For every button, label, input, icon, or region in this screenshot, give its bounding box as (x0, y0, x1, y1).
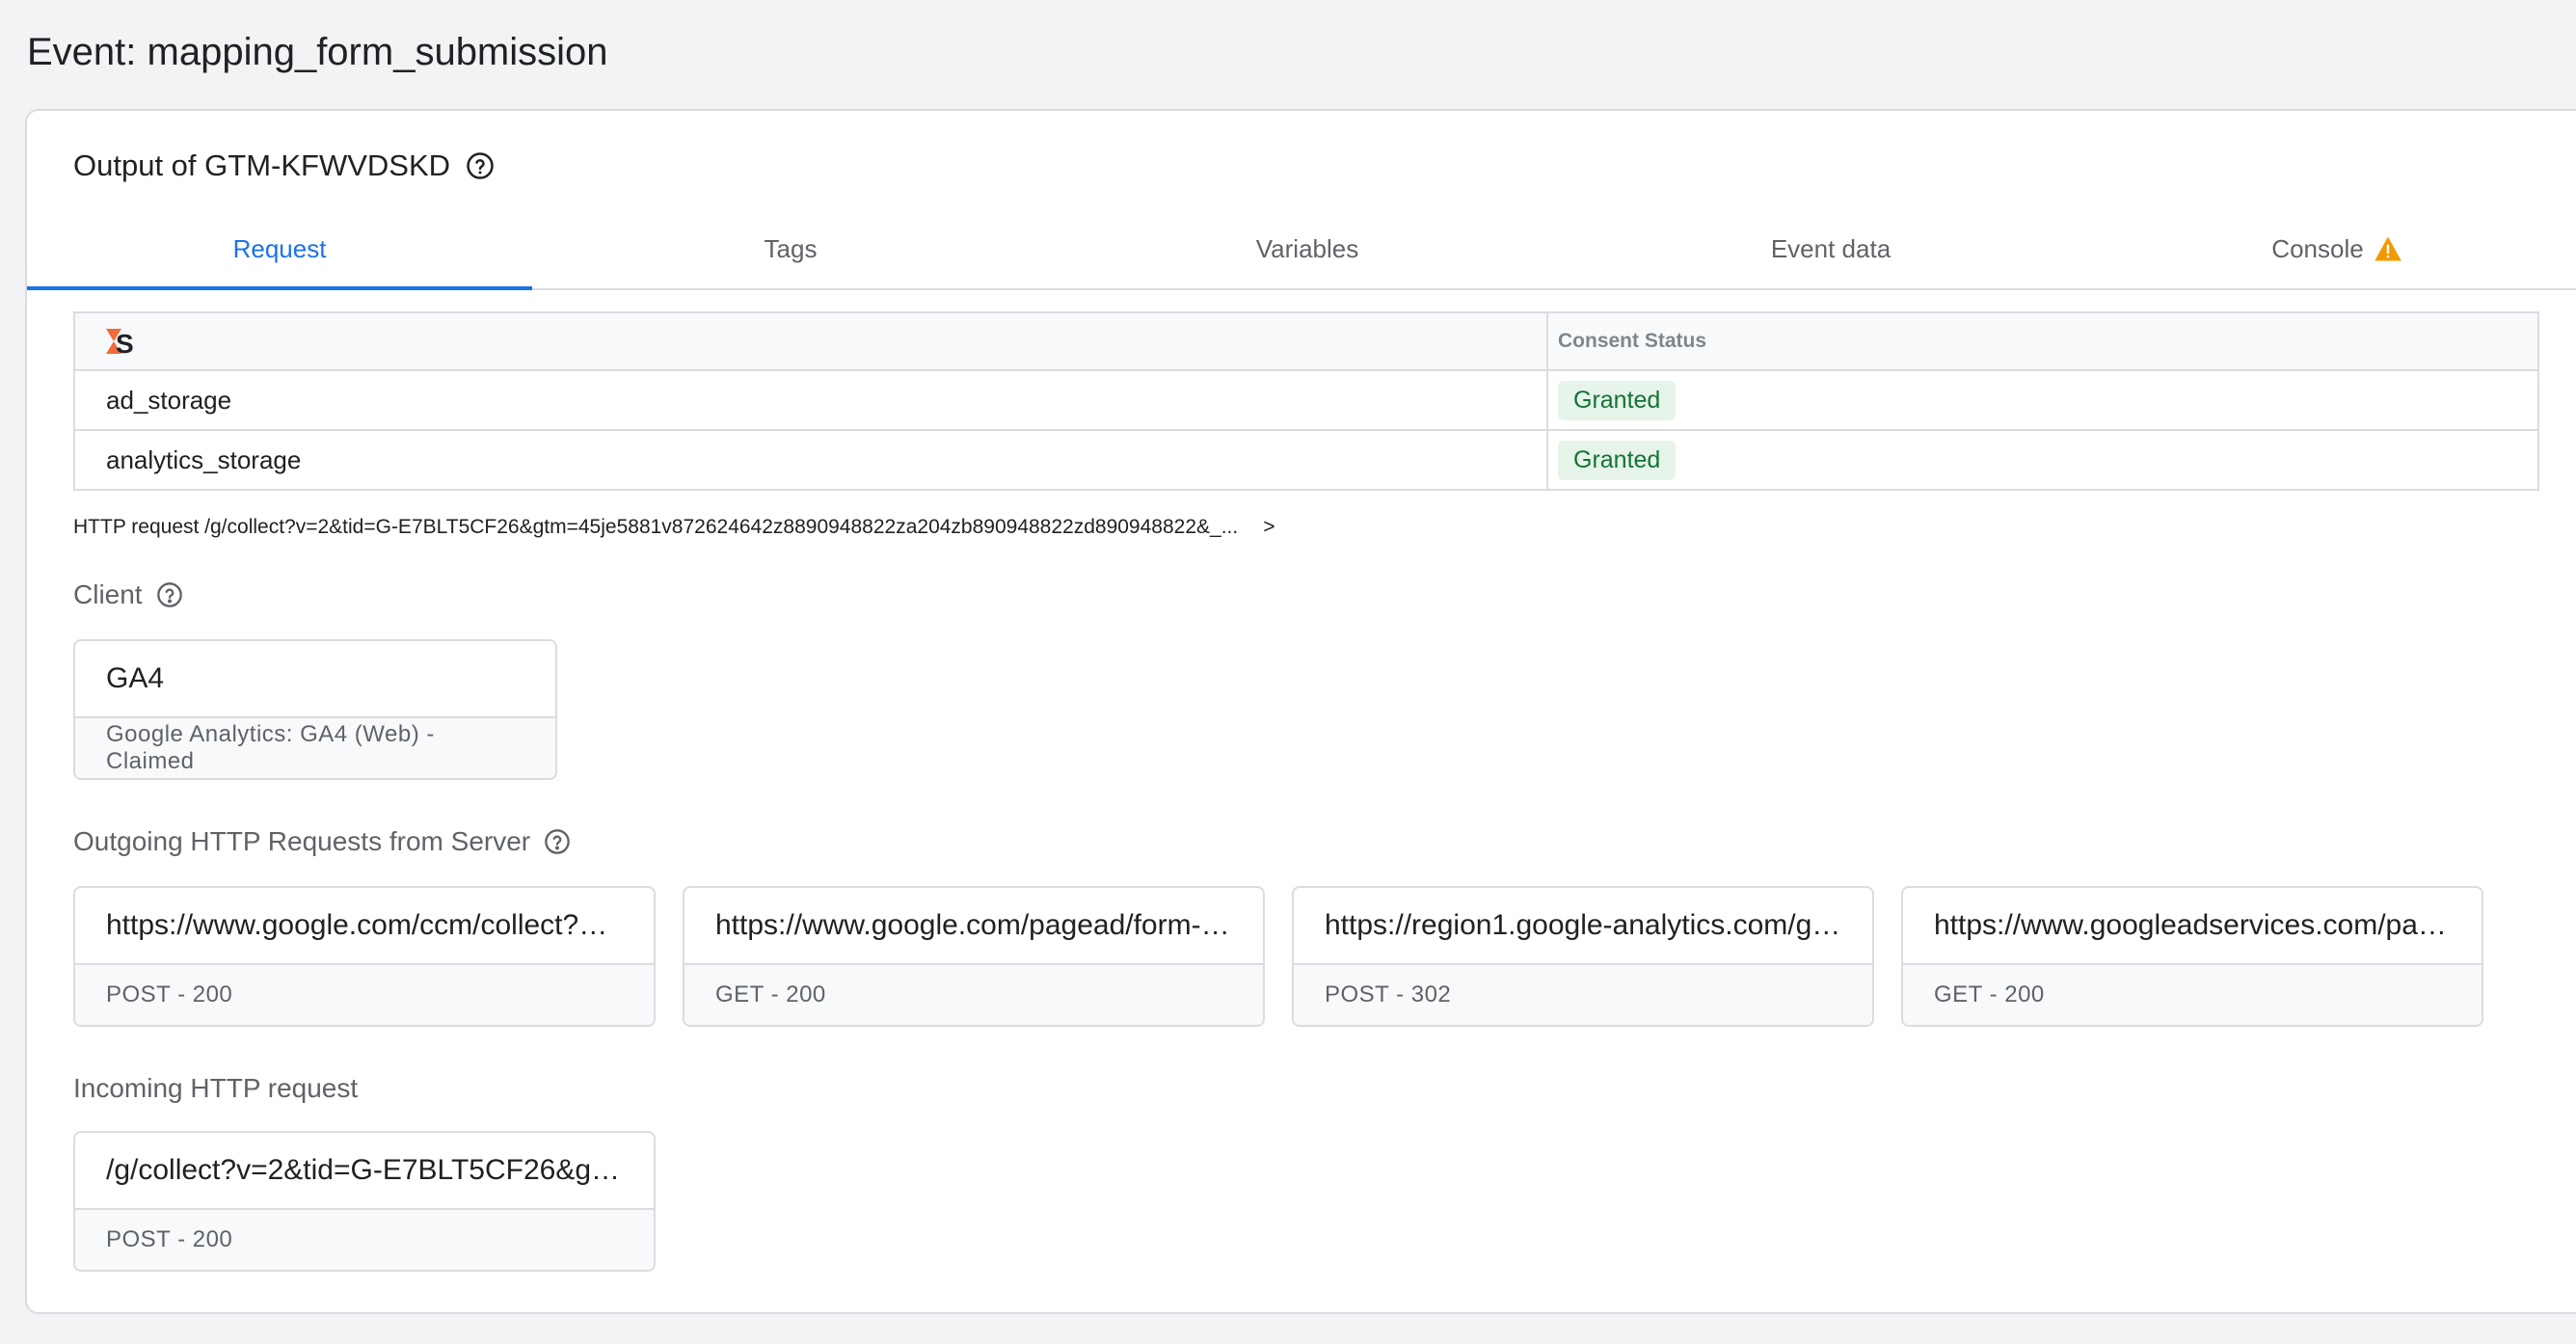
outgoing-request-card[interactable]: https://www.googleadservices.com/pagead/… (1901, 886, 2483, 1027)
client-card-subtitle-row: Google Analytics: GA4 (Web) - Claimed (75, 718, 555, 778)
request-status: POST - 200 (106, 1226, 233, 1252)
tab-request[interactable]: Request (27, 209, 532, 290)
client-section-label: Client (73, 579, 183, 610)
tab-label: Variables (1255, 233, 1359, 263)
client-name: GA4 (106, 662, 165, 694)
status-badge: Granted (1558, 440, 1677, 480)
incoming-section-label: Incoming HTTP request (73, 1073, 358, 1104)
tab-label: Request (232, 233, 327, 263)
svg-text:S: S (116, 329, 134, 358)
consent-status-cell: Granted (1546, 429, 2539, 491)
help-icon[interactable] (466, 151, 495, 180)
request-status: GET - 200 (1934, 981, 2045, 1008)
request-status-row: GET - 200 (1903, 965, 2482, 1025)
outgoing-request-card[interactable]: https://www.google.com/ccm/collect?en=pa… (73, 886, 656, 1027)
tab-tags[interactable]: Tags (532, 209, 1049, 288)
tab-variables[interactable]: Variables (1049, 209, 1566, 288)
client-description: Google Analytics: GA4 (Web) - Claimed (106, 721, 435, 774)
request-status: POST - 200 (106, 981, 233, 1008)
outgoing-section-label: Outgoing HTTP Requests from Server (73, 826, 571, 857)
tab-event-data[interactable]: Event data (1566, 209, 2096, 288)
output-title: Output of GTM-KFWVDSKD (73, 148, 451, 182)
consent-type: ad_storage (73, 369, 1548, 431)
tab-label: Console (2271, 233, 2364, 263)
request-status-row: GET - 200 (684, 965, 1263, 1025)
request-url-row: https://region1.google-analytics.com/g/c… (1294, 888, 1872, 965)
http-request-text: HTTP request /g/collect?v=2&tid=G-E7BLT5… (73, 516, 1239, 538)
request-status: POST - 302 (1325, 981, 1452, 1008)
tab-console[interactable]: Console (2096, 209, 2576, 288)
request-url-row: https://www.googleadservices.com/pagead/… (1903, 888, 2482, 965)
request-url: https://region1.google-analytics.com/g/c… (1325, 909, 1841, 941)
request-url-row: https://www.google.com/ccm/collect?en=pa… (75, 888, 654, 965)
request-url-row: /g/collect?v=2&tid=G-E7BLT5CF26&gtm=45je… (75, 1133, 654, 1210)
consent-table: S Consent Status ad_storage Granted anal… (73, 311, 2539, 491)
outgoing-label: Outgoing HTTP Requests from Server (73, 826, 531, 856)
table-row: analytics_storage Granted (73, 429, 2539, 491)
request-status-row: POST - 302 (1294, 965, 1872, 1025)
consent-status-cell: Granted (1546, 369, 2539, 431)
page-title: Event: mapping_form_submission (27, 31, 608, 73)
consent-status-header: Consent Status (1546, 311, 2539, 371)
http-request-summary[interactable]: HTTP request /g/collect?v=2&tid=G-E7BLT5… (73, 516, 1275, 539)
outgoing-request-card[interactable]: https://www.google.com/pagead/form-data/… (683, 886, 1265, 1027)
client-card-title-row: GA4 (75, 641, 555, 718)
consent-logo-cell: S (73, 311, 1548, 371)
consent-header-row: S Consent Status (73, 311, 2539, 371)
table-row: ad_storage Granted (73, 369, 2539, 431)
tab-label: Tags (764, 233, 818, 263)
request-status-row: POST - 200 (75, 1210, 654, 1270)
request-url: https://www.google.com/pagead/form-data/… (715, 909, 1232, 941)
output-header: Output of GTM-KFWVDSKD (73, 144, 495, 188)
request-url: https://www.google.com/ccm/collect?en=pa… (106, 909, 623, 941)
help-icon[interactable] (156, 581, 183, 608)
consent-type: analytics_storage (73, 429, 1548, 491)
status-badge: Granted (1558, 380, 1677, 420)
chevron-right-icon[interactable]: > (1261, 516, 1275, 539)
request-url: /g/collect?v=2&tid=G-E7BLT5CF26&gtm=45je… (106, 1154, 623, 1186)
help-icon[interactable] (544, 828, 571, 855)
client-card[interactable]: GA4 Google Analytics: GA4 (Web) - Claime… (73, 639, 557, 780)
request-url: https://www.googleadservices.com/pagead/… (1934, 909, 2451, 941)
tab-label: Event data (1770, 233, 1892, 263)
stape-logo-icon: S (104, 325, 135, 358)
incoming-label: Incoming HTTP request (73, 1073, 359, 1103)
client-label: Client (73, 579, 143, 609)
output-card: Output of GTM-KFWVDSKD Request Tags Vari… (25, 109, 2576, 1314)
request-url-row: https://www.google.com/pagead/form-data/… (684, 888, 1263, 965)
tab-bar: Request Tags Variables Event data Consol… (27, 209, 2576, 290)
warning-icon (2374, 235, 2402, 262)
incoming-request-card[interactable]: /g/collect?v=2&tid=G-E7BLT5CF26&gtm=45je… (73, 1131, 656, 1272)
request-status: GET - 200 (715, 981, 826, 1008)
outgoing-request-card[interactable]: https://region1.google-analytics.com/g/c… (1292, 886, 1874, 1027)
request-status-row: POST - 200 (75, 965, 654, 1025)
